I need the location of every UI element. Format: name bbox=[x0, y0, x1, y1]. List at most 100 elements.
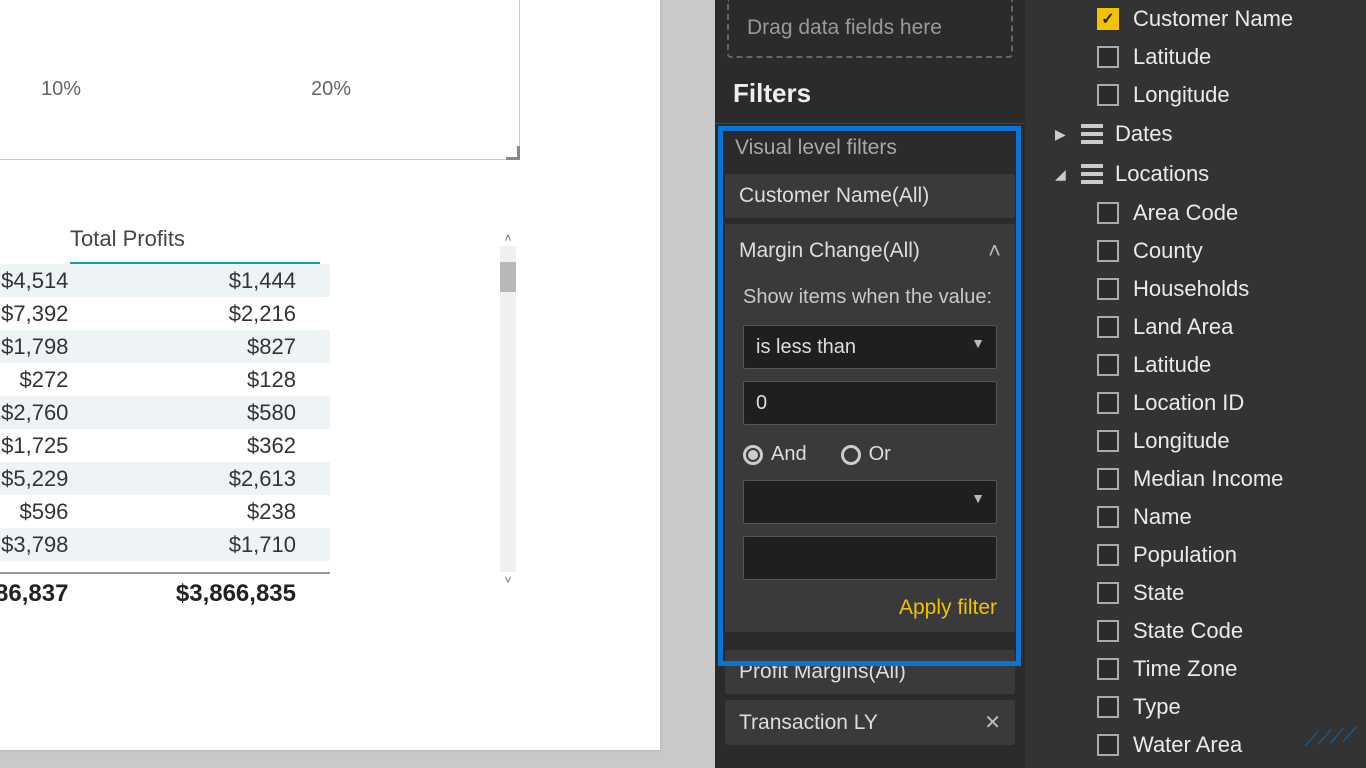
table-row[interactable]: $596$238 bbox=[0, 495, 330, 528]
table-cell: $362 bbox=[128, 433, 296, 459]
checkbox-icon[interactable] bbox=[1097, 240, 1119, 262]
triangle-down-icon[interactable]: ◢ bbox=[1055, 166, 1069, 183]
table-row[interactable]: $7,392$2,216 bbox=[0, 297, 330, 330]
chart-visual[interactable]: 10% 20% bbox=[0, 0, 520, 160]
scroll-track[interactable] bbox=[500, 246, 516, 572]
field-item[interactable]: State Code bbox=[1025, 612, 1366, 650]
axis-tick: 10% bbox=[41, 78, 81, 101]
report-canvas: 10% 20% Total Profits $4,514$1,444$7,392… bbox=[0, 0, 715, 768]
field-item[interactable]: Population bbox=[1025, 536, 1366, 574]
visualizations-pane: Drag data fields here Filters Visual lev… bbox=[715, 0, 1025, 768]
checkbox-icon[interactable] bbox=[1097, 354, 1119, 376]
filter-logic-or[interactable]: Or bbox=[841, 443, 891, 466]
field-item[interactable]: Latitude bbox=[1025, 38, 1366, 76]
filter-condition-select[interactable]: is less than bbox=[743, 325, 997, 369]
checkbox-icon[interactable] bbox=[1097, 658, 1119, 680]
report-page: 10% 20% Total Profits $4,514$1,444$7,392… bbox=[0, 0, 660, 750]
field-item[interactable]: Time Zone bbox=[1025, 650, 1366, 688]
field-label: Water Area bbox=[1133, 732, 1242, 758]
scroll-thumb[interactable] bbox=[500, 262, 516, 292]
filter-condition2-select[interactable] bbox=[743, 480, 997, 524]
field-item[interactable]: Longitude bbox=[1025, 422, 1366, 460]
field-item[interactable]: Households bbox=[1025, 270, 1366, 308]
triangle-right-icon[interactable]: ▶ bbox=[1055, 126, 1069, 143]
axis-tick: 20% bbox=[311, 78, 351, 101]
checkbox-icon[interactable] bbox=[1097, 8, 1119, 30]
apply-filter-link[interactable]: Apply filter bbox=[725, 592, 1015, 620]
fields-pane: Customer Name Latitude Longitude ▶Dates ◢ Lo… bbox=[1025, 0, 1366, 768]
filter-card-customer-name[interactable]: Customer Name(All) bbox=[725, 174, 1015, 218]
visual-level-filters-label: Visual level filters bbox=[715, 123, 1025, 168]
field-item[interactable]: Name bbox=[1025, 498, 1366, 536]
filter-card-header[interactable]: Margin Change(All) ˄ bbox=[725, 228, 1015, 274]
table-cell: $580 bbox=[128, 400, 296, 426]
filter-card-profit-margins[interactable]: Profit Margins(All) bbox=[725, 650, 1015, 694]
checkbox-icon[interactable] bbox=[1097, 46, 1119, 68]
filter-logic-and[interactable]: And bbox=[743, 443, 807, 466]
table-cell: $2,760 bbox=[0, 400, 128, 426]
field-label: Latitude bbox=[1133, 44, 1211, 70]
table-cell: $2,216 bbox=[128, 301, 296, 327]
field-well-dropzone[interactable]: Drag data fields here bbox=[727, 0, 1013, 58]
scroll-up-icon[interactable]: ˄ bbox=[500, 230, 516, 246]
field-label: Households bbox=[1133, 276, 1249, 302]
table-cell: $128 bbox=[128, 367, 296, 393]
checkbox-icon[interactable] bbox=[1097, 582, 1119, 604]
checkbox-icon[interactable] bbox=[1097, 468, 1119, 490]
table-cell: $1,725 bbox=[0, 433, 128, 459]
field-label: Location ID bbox=[1133, 390, 1244, 416]
table-column-header[interactable]: Total Profits bbox=[70, 220, 320, 264]
radio-label: Or bbox=[869, 443, 891, 466]
field-label: Latitude bbox=[1133, 352, 1211, 378]
checkbox-icon[interactable] bbox=[1097, 544, 1119, 566]
resize-handle-icon[interactable] bbox=[506, 146, 520, 160]
chevron-up-icon[interactable]: ˄ bbox=[988, 238, 1001, 264]
filter-value2-input[interactable] bbox=[743, 536, 997, 580]
checkbox-icon[interactable] bbox=[1097, 696, 1119, 718]
table-node[interactable]: ◢ Locations bbox=[1025, 154, 1366, 194]
total-cell: $3,866,835 bbox=[128, 580, 296, 608]
checkbox-icon[interactable] bbox=[1097, 620, 1119, 642]
filter-value-input[interactable] bbox=[743, 381, 997, 425]
table-cell: $1,798 bbox=[0, 334, 128, 360]
field-item[interactable]: Median Income bbox=[1025, 460, 1366, 498]
checkbox-icon[interactable] bbox=[1097, 316, 1119, 338]
checkbox-icon[interactable] bbox=[1097, 506, 1119, 528]
table-cell: $7,392 bbox=[0, 301, 128, 327]
checkbox-icon[interactable] bbox=[1097, 84, 1119, 106]
checkbox-icon[interactable] bbox=[1097, 392, 1119, 414]
field-item[interactable]: County bbox=[1025, 232, 1366, 270]
checkbox-icon[interactable] bbox=[1097, 734, 1119, 756]
checkbox-icon[interactable] bbox=[1097, 278, 1119, 300]
table-cell: $4,514 bbox=[0, 268, 128, 294]
field-item[interactable]: Area Code bbox=[1025, 194, 1366, 232]
table-node[interactable]: ▶Dates bbox=[1025, 114, 1366, 154]
table-row[interactable]: $1,798$827 bbox=[0, 330, 330, 363]
field-item[interactable]: Longitude bbox=[1025, 76, 1366, 114]
table-row[interactable]: $5,229$2,613 bbox=[0, 462, 330, 495]
table-node-label: Locations bbox=[1115, 161, 1209, 187]
radio-icon bbox=[743, 445, 763, 465]
table-cell: $272 bbox=[0, 367, 128, 393]
close-icon[interactable]: ✕ bbox=[976, 710, 1001, 735]
table-row[interactable]: $2,760$580 bbox=[0, 396, 330, 429]
checkbox-icon[interactable] bbox=[1097, 430, 1119, 452]
field-item[interactable]: Land Area bbox=[1025, 308, 1366, 346]
field-item[interactable]: State bbox=[1025, 574, 1366, 612]
table-row[interactable]: $1,725$362 bbox=[0, 429, 330, 462]
table-row[interactable]: $3,798$1,710 bbox=[0, 528, 330, 561]
field-label: Land Area bbox=[1133, 314, 1233, 340]
field-item[interactable]: Customer Name bbox=[1025, 0, 1366, 38]
table-cell: $596 bbox=[0, 499, 128, 525]
field-item[interactable]: Location ID bbox=[1025, 384, 1366, 422]
table-visual[interactable]: Total Profits $4,514$1,444$7,392$2,216$1… bbox=[0, 220, 530, 670]
scroll-down-icon[interactable]: ˅ bbox=[500, 572, 516, 588]
table-row[interactable]: $4,514$1,444 bbox=[0, 264, 330, 297]
field-item[interactable]: Latitude bbox=[1025, 346, 1366, 384]
filter-card-transaction-ly[interactable]: Transaction LY ✕ bbox=[725, 700, 1015, 745]
table-row[interactable]: $272$128 bbox=[0, 363, 330, 396]
scrollbar[interactable]: ˄ ˅ bbox=[500, 230, 516, 590]
field-item[interactable]: Type bbox=[1025, 688, 1366, 726]
checkbox-icon[interactable] bbox=[1097, 202, 1119, 224]
field-label: County bbox=[1133, 238, 1203, 264]
